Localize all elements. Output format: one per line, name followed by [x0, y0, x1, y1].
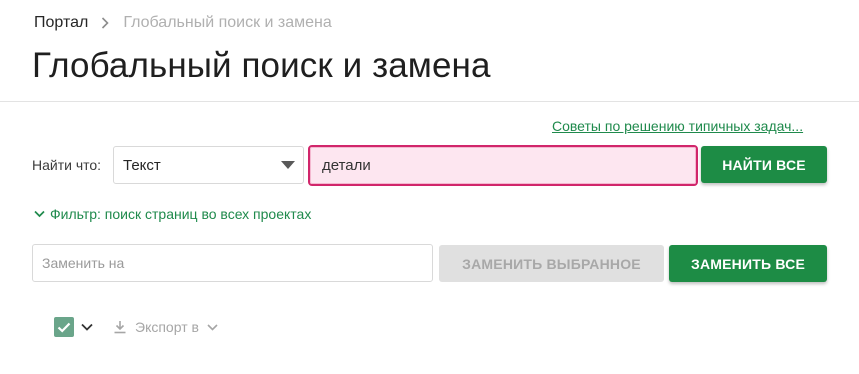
breadcrumb-current: Глобальный поиск и замена: [123, 14, 332, 31]
page-title: Глобальный поиск и замена: [32, 46, 491, 85]
chevron-right-icon: [101, 17, 109, 29]
filter-label: Фильтр: поиск страниц во всех проектах: [50, 206, 312, 222]
search-input[interactable]: [308, 145, 698, 186]
breadcrumb: Портал Глобальный поиск и замена: [34, 13, 332, 33]
search-type-value: Текст: [123, 156, 161, 174]
caret-down-icon: [281, 161, 295, 169]
find-label: Найти что:: [32, 157, 102, 173]
search-type-select[interactable]: Текст: [113, 146, 304, 184]
find-all-button[interactable]: НАЙТИ ВСЕ: [701, 146, 827, 183]
filter-toggle[interactable]: Фильтр: поиск страниц во всех проектах: [34, 206, 311, 222]
select-all-checkbox[interactable]: [54, 317, 74, 337]
download-icon: [113, 320, 127, 334]
replace-input[interactable]: [32, 244, 433, 282]
check-icon: [57, 322, 71, 333]
chevron-down-icon[interactable]: [81, 323, 93, 331]
tips-link[interactable]: Советы по решению типичных задач...: [552, 118, 803, 134]
export-dropdown[interactable]: Экспорт в: [113, 319, 218, 335]
header-divider: [0, 101, 859, 102]
chevron-down-icon: [34, 210, 45, 218]
chevron-down-icon: [207, 323, 218, 331]
breadcrumb-portal-link[interactable]: Портал: [34, 14, 88, 32]
results-toolbar: Экспорт в: [54, 317, 218, 337]
replace-all-button[interactable]: ЗАМЕНИТЬ ВСЕ: [669, 245, 827, 282]
export-label: Экспорт в: [135, 319, 199, 335]
replace-selected-button[interactable]: ЗАМЕНИТЬ ВЫБРАННОЕ: [439, 245, 664, 282]
